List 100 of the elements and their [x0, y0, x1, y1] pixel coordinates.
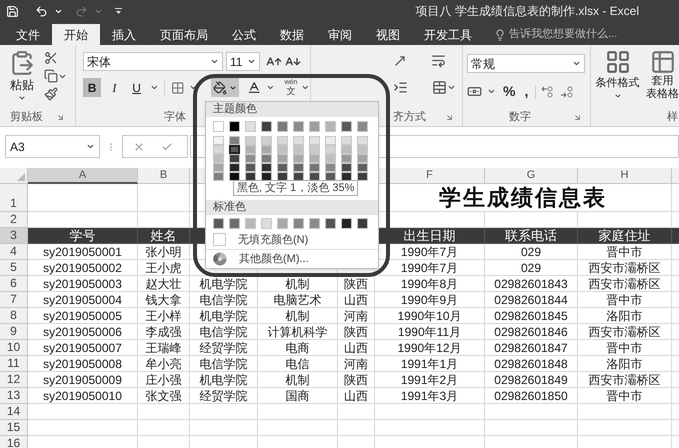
ribbon-tab[interactable]: 插入: [100, 24, 148, 45]
row-header[interactable]: 6: [0, 276, 28, 292]
table-cell: 机制: [258, 372, 338, 388]
cancel-icon[interactable]: [133, 140, 145, 152]
row-header[interactable]: 9: [0, 324, 28, 340]
accounting-icon[interactable]: [467, 84, 482, 99]
color-swatch[interactable]: [229, 145, 240, 154]
caret-icon[interactable]: [188, 83, 198, 92]
menu-item[interactable]: 无填充颜色(N): [206, 231, 378, 250]
caret-icon: [247, 57, 256, 66]
row-header[interactable]: 2: [0, 212, 28, 228]
font-size-field[interactable]: 11: [226, 52, 260, 71]
row-header[interactable]: 1: [0, 184, 28, 212]
row-header[interactable]: 14: [0, 404, 28, 420]
table-cell: 1990年10月: [375, 308, 485, 324]
table-cell: 1991年1月: [375, 356, 485, 372]
lightbulb-icon: [494, 28, 506, 40]
table-cell: 02982601846: [485, 324, 578, 340]
row-header[interactable]: 13: [0, 388, 28, 404]
number-style-button[interactable]: ,: [522, 81, 530, 102]
row-header[interactable]: 15: [0, 420, 28, 436]
ribbon-tab[interactable]: 文件: [4, 24, 52, 45]
merge-cells-icon[interactable]: [432, 80, 447, 95]
caret-icon[interactable]: [266, 83, 274, 92]
row-header[interactable]: 3: [0, 228, 28, 244]
borders-icon[interactable]: [171, 80, 185, 94]
row-header[interactable]: 5: [0, 260, 28, 276]
paste-button[interactable]: 粘贴: [6, 50, 38, 109]
number-format-field[interactable]: 常规: [467, 54, 585, 73]
format-button[interactable]: U: [128, 78, 146, 97]
column-header[interactable]: A: [28, 168, 138, 184]
orientation-icon[interactable]: [393, 54, 407, 68]
table-cell: sy2019050009: [28, 372, 138, 388]
name-box[interactable]: A3: [5, 135, 100, 158]
column-header[interactable]: B: [138, 168, 190, 184]
enter-icon[interactable]: [161, 140, 173, 152]
table-cell: 机制: [258, 308, 338, 324]
indent-icon[interactable]: [393, 80, 408, 95]
table-cell: 洛阳市: [578, 308, 672, 324]
save-icon[interactable]: [6, 4, 19, 18]
undo-icon[interactable]: [35, 4, 48, 18]
column-header[interactable]: G: [485, 168, 578, 184]
table-cell: 经贸学院: [190, 388, 258, 404]
ribbon-tab[interactable]: 开发工具: [412, 24, 484, 45]
caret-icon[interactable]: [150, 83, 158, 92]
column-header[interactable]: H: [578, 168, 672, 184]
ribbon-tab[interactable]: 开始: [52, 24, 100, 45]
table-cell: 1990年9月: [375, 292, 485, 308]
row-header[interactable]: 7: [0, 292, 28, 308]
menu-item[interactable]: 其他颜色(M)...: [206, 250, 378, 268]
redo-icon[interactable]: [75, 4, 88, 18]
decrease-decimal-icon[interactable]: [560, 86, 574, 98]
ribbon-tab[interactable]: 数据: [268, 24, 316, 45]
cut-icon[interactable]: [44, 51, 58, 65]
fill-color-button[interactable]: [211, 78, 240, 97]
font-color-icon[interactable]: [247, 80, 262, 95]
group-label: 齐方式: [393, 110, 426, 125]
format-button[interactable]: B: [83, 78, 102, 97]
dialog-launcher-icon[interactable]: [573, 112, 582, 122]
dialog-launcher-icon[interactable]: [56, 112, 65, 122]
table-cell: sy2019050002: [28, 260, 138, 276]
format-button[interactable]: I: [105, 78, 124, 97]
row-header[interactable]: 11: [0, 356, 28, 372]
font-name-field[interactable]: 宋体: [83, 52, 223, 71]
copy-icon[interactable]: [44, 69, 58, 83]
table-cell: 电商: [258, 340, 338, 356]
table-cell: 晋中市: [578, 292, 672, 308]
menu-section-label: 标准色: [213, 200, 246, 216]
caret-icon[interactable]: [487, 87, 496, 96]
table-format-button[interactable]: 套用 表格格: [646, 49, 679, 109]
ribbon-tab[interactable]: 审阅: [316, 24, 364, 45]
table-cell: 王瑞峰: [138, 340, 190, 356]
ribbon-tab[interactable]: 公式: [220, 24, 268, 45]
tell-me-field[interactable]: 告诉我您想要做什么...: [494, 24, 618, 45]
wrap-text-icon[interactable]: [431, 53, 446, 68]
row-header[interactable]: 4: [0, 244, 28, 260]
ribbon-tab[interactable]: 页面布局: [148, 24, 220, 45]
table-cell: sy2019050007: [28, 340, 138, 356]
format-painter-icon[interactable]: [44, 87, 58, 101]
number-style-button[interactable]: %: [501, 81, 518, 102]
table-cell: 1990年8月: [375, 276, 485, 292]
row-header[interactable]: 16: [0, 436, 28, 448]
table-cell: 机电学院: [190, 308, 258, 324]
caret-icon[interactable]: [301, 83, 310, 92]
conditional-format-button[interactable]: 条件格式: [593, 49, 642, 109]
ribbon-tab[interactable]: 视图: [364, 24, 412, 45]
customize-icon[interactable]: [115, 7, 122, 15]
dialog-launcher-icon[interactable]: [445, 112, 454, 122]
increase-decimal-icon[interactable]: [541, 86, 556, 98]
table-cell: 1990年11月: [375, 324, 485, 340]
row-header[interactable]: 8: [0, 308, 28, 324]
caret-icon[interactable]: [447, 83, 456, 92]
table-cell: 1991年2月: [375, 372, 485, 388]
table-cell: [190, 420, 258, 436]
row-header[interactable]: 12: [0, 372, 28, 388]
table-cell: 02982601845: [485, 308, 578, 324]
table-cell: 河南: [338, 308, 375, 324]
table-cell: sy2019050003: [28, 276, 138, 292]
row-header[interactable]: 10: [0, 340, 28, 356]
table-cell: sy2019050004: [28, 292, 138, 308]
